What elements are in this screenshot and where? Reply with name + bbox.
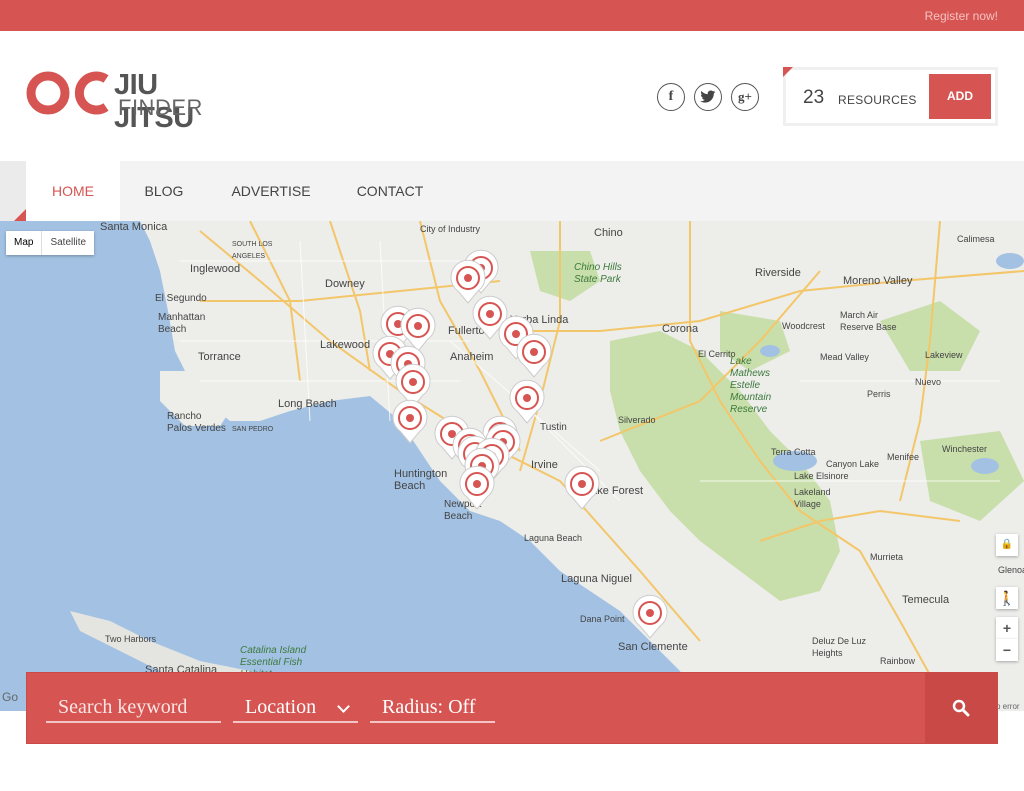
search-icon [952, 699, 970, 717]
map-label: Chino [594, 227, 623, 239]
nav-item-advertise[interactable]: ADVERTISE [208, 161, 334, 221]
map-marker-pin[interactable] [514, 332, 554, 378]
map-label: Winchester [942, 444, 988, 454]
map-type-map-button[interactable]: Map [6, 231, 41, 255]
map-label: Lake Elsinore [794, 471, 849, 481]
map-label: Woodcrest [782, 321, 825, 331]
map-label: Inglewood [190, 263, 241, 275]
resources-label: RESOURCES [838, 93, 917, 107]
map-label: Mead Valley [820, 352, 869, 362]
map-label: El Segundo [155, 293, 207, 304]
logo-line-2: FINDER [118, 95, 203, 120]
map-type-satellite-button[interactable]: Satellite [41, 231, 94, 255]
map-label: Lake Mathews Estelle Mountain Reserve [730, 356, 772, 415]
map-label: Canyon Lake [826, 459, 880, 469]
map-label: Lakewood [320, 339, 371, 351]
nav-item-contact[interactable]: CONTACT [334, 161, 446, 221]
map-label: City of Industry [420, 224, 481, 234]
map-label: Terra Cotta [771, 447, 816, 457]
map-label: SAN PEDRO [232, 426, 274, 433]
map-label: Downey [325, 278, 365, 290]
resources-count: 23 [803, 87, 825, 108]
map-marker-pin[interactable] [457, 464, 497, 510]
map-label: Rainbow [880, 656, 916, 666]
map-marker-pin[interactable] [562, 464, 602, 510]
active-indicator [14, 209, 26, 221]
top-bar: Register now! [0, 0, 1024, 31]
map-label: Perris [867, 389, 891, 399]
map-type-control: Map Satellite [6, 231, 95, 255]
map-error-text: p error [996, 702, 1020, 711]
zoom-out-button[interactable]: − [996, 639, 1018, 661]
map-label: Corona [662, 323, 699, 335]
map-label: Chino Hills State Park [574, 262, 622, 285]
resources-box: 23 RESOURCES ADD [783, 67, 998, 126]
radius-label: Radius: Off [382, 696, 476, 718]
map-label: Lakeview [925, 350, 963, 360]
map-label: Murrieta [870, 552, 904, 562]
map-label: SOUTH LOS ANGELES [232, 241, 273, 260]
twitter-icon[interactable] [694, 83, 722, 111]
map-label: Laguna Niguel [561, 573, 632, 585]
chevron-down-icon [337, 700, 350, 713]
map-label: Laguna Beach [524, 533, 583, 543]
map-label: Temecula [902, 594, 950, 606]
map-label: Two Harbors [105, 634, 157, 644]
register-link[interactable]: Register now! [925, 9, 998, 23]
map-label: Lakeland Village [794, 487, 831, 509]
google-plus-icon[interactable]: g+ [731, 83, 759, 111]
location-select[interactable]: Location [233, 693, 358, 723]
search-keyword-placeholder: Search keyword [58, 696, 188, 718]
map-view[interactable]: Santa Monica City of Industry SOUTH LOS … [0, 221, 1024, 711]
radius-select[interactable]: Radius: Off [370, 693, 495, 723]
map-label: Calimesa [957, 234, 995, 244]
map-label: Santa Monica [100, 221, 168, 233]
oc-logo-mark [26, 71, 109, 115]
map-label: Riverside [755, 267, 801, 279]
add-resource-button[interactable]: ADD [929, 74, 991, 119]
search-bar: Search keyword Location Radius: Off [26, 672, 998, 744]
map-label: Rancho Palos Verdes [167, 411, 226, 434]
lock-icon[interactable]: 🔒 [996, 534, 1018, 556]
map-marker-pin[interactable] [630, 593, 670, 639]
nav-item-blog[interactable]: BLOG [120, 161, 208, 221]
map-label: Deluz De Luz Heights [812, 636, 867, 658]
map-label: San Clemente [618, 641, 688, 653]
map-label: Nuevo [915, 377, 942, 387]
map-label: Manhattan Beach [158, 312, 206, 335]
header: JIU JITSU FINDER f g+ 23 RESOURCES ADD [0, 31, 1024, 161]
map-label: Torrance [198, 351, 241, 363]
search-keyword-input[interactable]: Search keyword [46, 693, 221, 723]
search-button[interactable] [925, 673, 997, 743]
map-label: Dana Point [580, 614, 625, 624]
main-nav: HOME BLOG ADVERTISE CONTACT [0, 161, 1024, 221]
map-label: Anaheim [450, 351, 494, 363]
map-label: Irvine [531, 459, 558, 471]
pegman-icon[interactable]: 🚶 [996, 587, 1018, 609]
site-logo[interactable]: JIU JITSU FINDER [26, 69, 236, 134]
zoom-in-button[interactable]: + [996, 617, 1018, 639]
location-label: Location [245, 696, 317, 718]
map-label: Silverado [618, 415, 656, 425]
map-label: March Air Reserve Base [840, 310, 897, 332]
nav-item-home[interactable]: HOME [26, 161, 120, 221]
map-marker-pin[interactable] [390, 398, 430, 444]
map-label: Long Beach [278, 398, 337, 410]
google-attribution: Go [2, 690, 19, 704]
corner-accent [783, 67, 793, 77]
map-label: Moreno Valley [843, 275, 913, 287]
map-label: Glenoa [998, 565, 1024, 575]
map-label: Menifee [887, 452, 920, 462]
facebook-icon[interactable]: f [657, 83, 685, 111]
